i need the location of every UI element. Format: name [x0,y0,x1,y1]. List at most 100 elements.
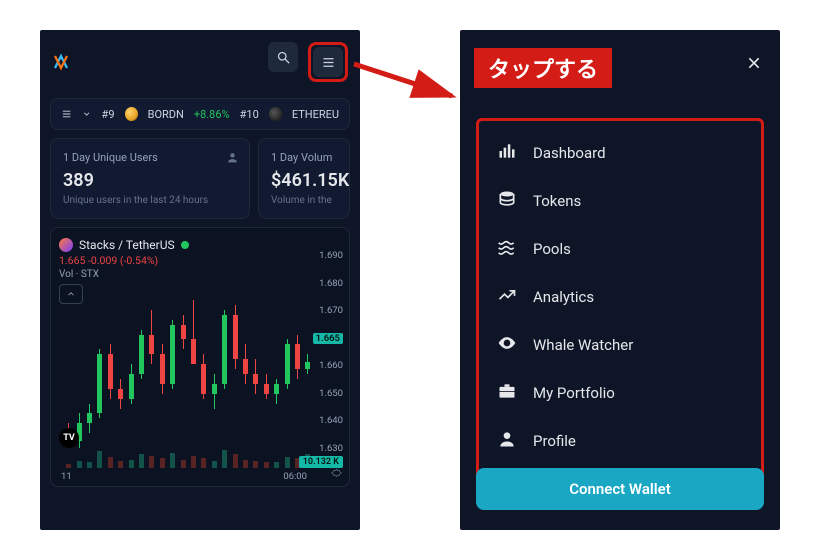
search-icon [276,50,291,65]
menu-item-whale-watcher[interactable]: Whale Watcher [485,321,755,369]
ticker-bar[interactable]: #9 BORDN +8.86% #10 ETHEREU [50,98,350,130]
chart-volume-tag: 10.132 K [299,456,343,468]
chart-candles [61,300,307,446]
chart-x-axis: 11 06:00 [61,471,307,482]
menu-item-label: My Portfolio [533,384,615,402]
volume-bar [129,460,134,468]
x-tick: 11 [61,471,72,482]
ticker-change: +8.86% [194,108,230,121]
profile-icon [497,429,517,453]
y-tick: 1.660 [313,360,343,371]
menu-item-my-portfolio[interactable]: My Portfolio [485,369,755,417]
chart-volume-bars [61,448,307,468]
ticker-rank: #9 [102,108,115,121]
connect-wallet-button[interactable]: Connect Wallet [476,468,764,510]
pools-icon [497,237,517,261]
ticker-symbol: BORDN [148,108,184,121]
coin-icon-bordn [125,107,138,121]
y-tick: 1.630 [313,443,343,454]
volume-bar [243,460,248,468]
app-screen-menu: タップする Dashboard Tokens Pools Analytics Whale… [460,30,780,530]
chart-price-row: 1.665 -0.009 (-0.54%) [59,254,343,267]
menu-item-tokens[interactable]: Tokens [485,177,755,225]
coin-icon-eth [269,107,282,121]
stat-title: 1 Day Volum [271,151,337,164]
annotation-label: タップする [474,48,612,88]
connect-wallet-label: Connect Wallet [569,480,671,498]
volume-bar [97,451,102,468]
menu-item-dashboard[interactable]: Dashboard [485,129,755,177]
y-tick: 1.640 [313,415,343,426]
menu-item-profile[interactable]: Profile [485,417,755,465]
chart-settings-button[interactable] [330,468,343,484]
analytics-icon [497,285,517,309]
search-button[interactable] [268,42,298,72]
menu-item-label: Dashboard [533,144,606,162]
chart-pair: Stacks / TetherUS [79,238,175,252]
volume-bar [77,461,82,468]
app-logo [52,53,70,71]
chevron-up-icon [66,289,76,299]
volume-bar [233,454,238,468]
volume-bar [87,462,92,468]
stat-card-users[interactable]: 1 Day Unique Users 389 Unique users in t… [50,138,250,219]
chevron-down-icon [82,109,91,119]
volume-bar [149,456,154,468]
stacks-icon [59,238,73,252]
stat-value: 389 [63,170,237,191]
volume-bar [170,453,175,468]
menu-button[interactable] [313,47,343,77]
menu-item-pools[interactable]: Pools [485,225,755,273]
user-icon [226,149,239,168]
y-tick: 1.650 [313,388,343,399]
volume-bar [285,457,290,468]
volume-bar [118,461,123,468]
menu-item-label: Tokens [533,192,581,210]
menu-item-analytics[interactable]: Analytics [485,273,755,321]
menu-icon [321,55,336,70]
menu-item-label: Whale Watcher [533,336,633,354]
stat-card-volume[interactable]: 1 Day Volum $461.15K Volume in the [258,138,350,219]
chart-delta: -0.009 [88,254,117,267]
tokens-icon [497,189,517,213]
chart-card[interactable]: Stacks / TetherUS 1.665 -0.009 (-0.54%) … [50,227,350,487]
chart-y-axis: 1.6901.6801.6701.6651.6601.6501.6401.630 [313,250,343,454]
volume-bar [160,458,165,468]
volume-bar [181,460,186,468]
close-button[interactable] [746,52,762,76]
y-tick: 1.680 [313,278,343,289]
annotation-arrow [352,50,472,110]
annotation-menu-highlight [308,42,348,82]
volume-bar [274,462,279,468]
chart-pair-row: Stacks / TetherUS [59,238,343,252]
close-icon [746,55,762,71]
stats-row: 1 Day Unique Users 389 Unique users in t… [50,138,350,219]
stat-value: $461.15K [271,170,337,191]
x-tick: 06:00 [283,471,307,482]
volume-bar [108,457,113,468]
gear-icon [330,468,343,481]
dashboard-icon [497,141,517,165]
stat-title: 1 Day Unique Users [63,151,237,164]
menu-item-label: Pools [533,240,571,258]
app-screen-main: #9 BORDN +8.86% #10 ETHEREU 1 Day Unique… [40,30,360,530]
menu-list: Dashboard Tokens Pools Analytics Whale Watch… [476,118,764,478]
menu-item-label: Profile [533,432,576,450]
stat-sub: Volume in the [271,195,337,206]
y-tick: 1.670 [313,305,343,316]
eye-icon [497,333,517,357]
stat-sub: Unique users in the last 24 hours [63,195,237,206]
chart-vol-label: Vol · STX [59,269,343,280]
ticker-rank: #10 [240,108,259,121]
ticker-symbol: ETHEREU [292,108,339,121]
chart-pct: (-0.54%) [120,254,158,267]
volume-bar [201,458,206,468]
chart-price: 1.665 [59,254,85,267]
volume-bar [212,461,217,468]
volume-bar [253,461,258,468]
menu-item-label: Analytics [533,288,594,306]
top-bar [40,30,360,94]
y-tick: 1.665 [313,333,343,344]
volume-bar [264,462,269,468]
briefcase-icon [497,381,517,405]
